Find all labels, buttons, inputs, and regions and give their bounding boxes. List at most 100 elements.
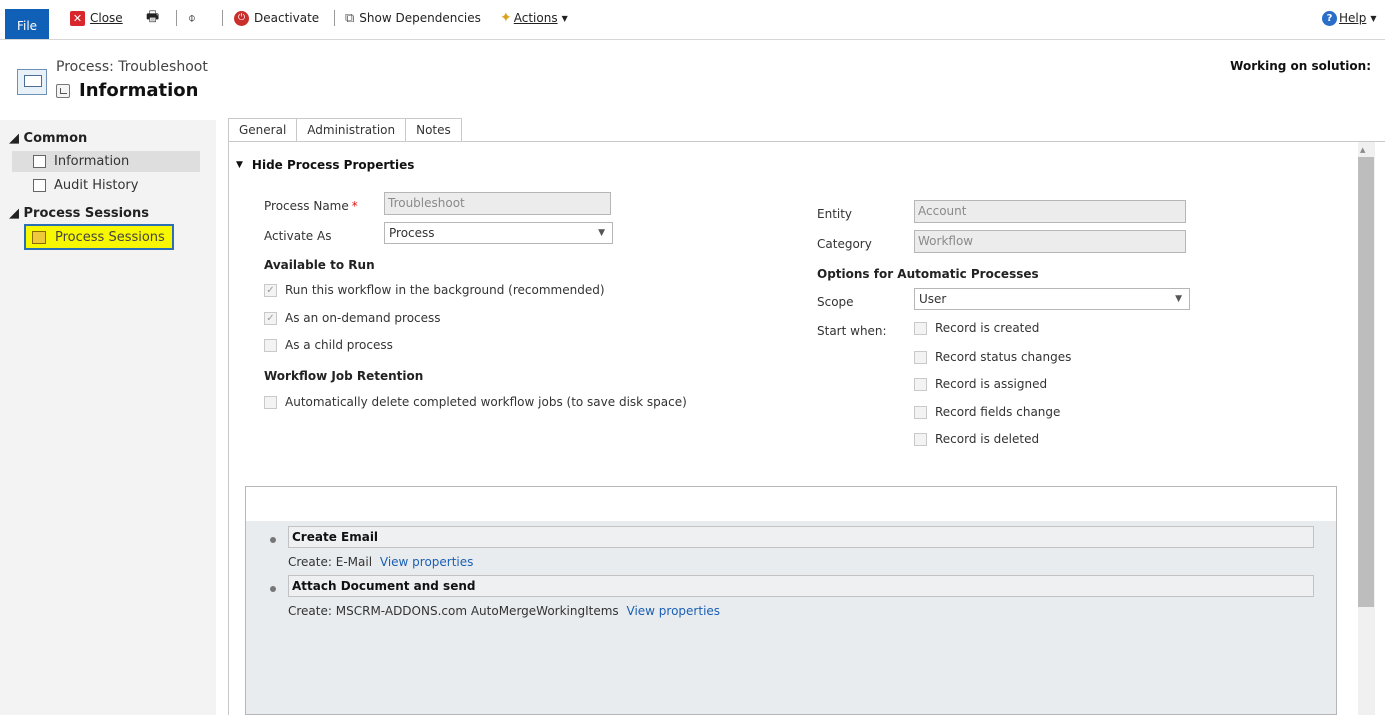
form-tabs: General Administration Notes: [228, 118, 462, 143]
step-attach-document[interactable]: Attach Document and send: [288, 575, 1314, 597]
nav-item-label: Process Sessions: [55, 229, 165, 245]
options-automatic-header: Options for Automatic Processes: [817, 267, 1039, 281]
nav-item-information[interactable]: Information: [12, 151, 200, 172]
step-bullet-icon: [270, 586, 276, 592]
checkbox-box: [914, 350, 927, 364]
attach-button[interactable]: ⌽: [188, 9, 196, 27]
record-deleted-checkbox[interactable]: Record is deleted: [914, 432, 1039, 446]
tab-general[interactable]: General: [228, 118, 298, 143]
ribbon-separator: [176, 10, 177, 26]
sessions-icon: [32, 231, 46, 244]
checkbox-label: Run this workflow in the background (rec…: [285, 283, 605, 297]
nav-item-label: Audit History: [54, 178, 139, 193]
print-preview-button[interactable]: 🖶: [146, 9, 159, 27]
nav-section-common[interactable]: ◢ Common: [9, 131, 87, 146]
step-detail: Create: E-Mail View properties: [288, 555, 473, 569]
checkbox-box: [914, 321, 927, 335]
designer-toolbar-area: [246, 487, 1336, 521]
tab-administration[interactable]: Administration: [296, 118, 407, 142]
checkbox-label: Record is assigned: [935, 377, 1048, 391]
scope-select[interactable]: User ▼: [914, 288, 1190, 310]
chevron-down-icon: ▼: [598, 228, 605, 238]
close-button[interactable]: ✕ Close: [70, 9, 123, 27]
deactivate-icon: ⏻: [234, 10, 249, 26]
step-create-label: Create:: [288, 604, 332, 618]
collapse-icon: ◢: [9, 206, 24, 221]
run-background-checkbox[interactable]: ✓ Run this workflow in the background (r…: [264, 283, 605, 297]
scrollbar-thumb[interactable]: [1358, 157, 1374, 607]
process-entity-icon: [17, 69, 47, 95]
ribbon-separator: [222, 10, 223, 26]
checkbox-label: Record status changes: [935, 350, 1072, 364]
nav-section-label: Common: [23, 131, 88, 146]
record-created-checkbox[interactable]: Record is created: [914, 321, 1039, 335]
scroll-up-arrow-icon[interactable]: ▲: [1360, 146, 1365, 154]
record-subtitle: Process: Troubleshoot: [56, 59, 208, 75]
entity-label: Entity: [817, 207, 853, 221]
nav-item-audit-history[interactable]: Audit History: [12, 175, 200, 196]
help-button[interactable]: ? Help ▼: [1322, 9, 1377, 27]
nav-section-label: Process Sessions: [23, 206, 149, 221]
nav-section-process-sessions[interactable]: ◢ Process Sessions: [9, 206, 149, 221]
tab-notes[interactable]: Notes: [405, 118, 462, 142]
record-fields-change-checkbox[interactable]: Record fields change: [914, 405, 1060, 419]
page-title: Information: [56, 80, 198, 101]
checkmark-icon: ✓: [264, 283, 277, 297]
checkbox-label: Record is created: [935, 321, 1040, 335]
chevron-down-icon: ▼: [1370, 13, 1377, 23]
step-create-label: Create:: [288, 555, 332, 569]
available-to-run-header: Available to Run: [264, 258, 375, 272]
activate-as-select[interactable]: Process ▼: [384, 222, 613, 244]
checkbox-label: Record fields change: [935, 405, 1061, 419]
activate-as-value: Process: [389, 226, 435, 240]
record-status-changes-checkbox[interactable]: Record status changes: [914, 350, 1071, 364]
scope-label: Scope: [817, 295, 854, 309]
show-dependencies-label: Show Dependencies: [359, 11, 481, 25]
category-field[interactable]: Workflow: [914, 230, 1186, 253]
file-button[interactable]: File: [5, 9, 49, 39]
checkbox-label: Record is deleted: [935, 432, 1040, 446]
show-dependencies-button[interactable]: ⧉ Show Dependencies: [345, 9, 481, 27]
checkbox-label: As an on-demand process: [285, 311, 441, 325]
process-designer: Create Email Create: E-Mail View propert…: [245, 486, 1337, 715]
activate-as-label: Activate As: [264, 229, 332, 243]
step-create-email[interactable]: Create Email: [288, 526, 1314, 548]
hide-process-properties-toggle[interactable]: ▼ Hide Process Properties: [236, 158, 414, 172]
help-label: Help: [1339, 11, 1367, 25]
scope-value: User: [919, 292, 947, 306]
auto-delete-checkbox[interactable]: Automatically delete completed workflow …: [264, 395, 687, 409]
nav-item-process-sessions[interactable]: Process Sessions: [24, 224, 174, 250]
actions-button[interactable]: ✦ Actions ▼: [500, 9, 568, 27]
on-demand-checkbox[interactable]: ✓ As an on-demand process: [264, 311, 441, 325]
deactivate-button[interactable]: ⏻ Deactivate: [234, 9, 319, 27]
chevron-down-icon: ▼: [561, 13, 568, 23]
step-detail: Create: MSCRM-ADDONS.com AutoMergeWorkin…: [288, 604, 720, 618]
section-title: Hide Process Properties: [251, 158, 415, 172]
child-process-checkbox[interactable]: As a child process: [264, 338, 393, 352]
category-label: Category: [817, 237, 872, 251]
checkbox-label: As a child process: [285, 338, 393, 352]
process-name-field[interactable]: Troubleshoot: [384, 192, 611, 215]
checkbox-box: [914, 377, 927, 391]
process-icon: [33, 155, 46, 168]
view-properties-link[interactable]: View properties: [627, 604, 721, 618]
checkbox-label: Automatically delete completed workflow …: [285, 395, 687, 409]
record-assigned-checkbox[interactable]: Record is assigned: [914, 377, 1047, 391]
page-title-text: Information: [79, 80, 199, 101]
step-entity: MSCRM-ADDONS.com AutoMergeWorkingItems: [335, 604, 619, 618]
checkmark-icon: ✓: [264, 311, 277, 325]
entity-field[interactable]: Account: [914, 200, 1186, 223]
dependencies-icon: ⧉: [345, 10, 355, 26]
ribbon-separator: [334, 10, 335, 26]
checkbox-box: [914, 405, 927, 419]
deactivate-label: Deactivate: [254, 11, 320, 25]
job-retention-header: Workflow Job Retention: [264, 369, 424, 383]
triangle-down-icon: ▼: [236, 160, 243, 170]
step-entity: E-Mail: [335, 555, 373, 569]
view-properties-link[interactable]: View properties: [380, 555, 474, 569]
start-when-label: Start when:: [817, 324, 887, 338]
audit-icon: [33, 179, 46, 192]
close-label: Close: [90, 11, 123, 25]
actions-label: Actions: [513, 11, 558, 25]
collapse-icon: ◢: [9, 131, 24, 146]
